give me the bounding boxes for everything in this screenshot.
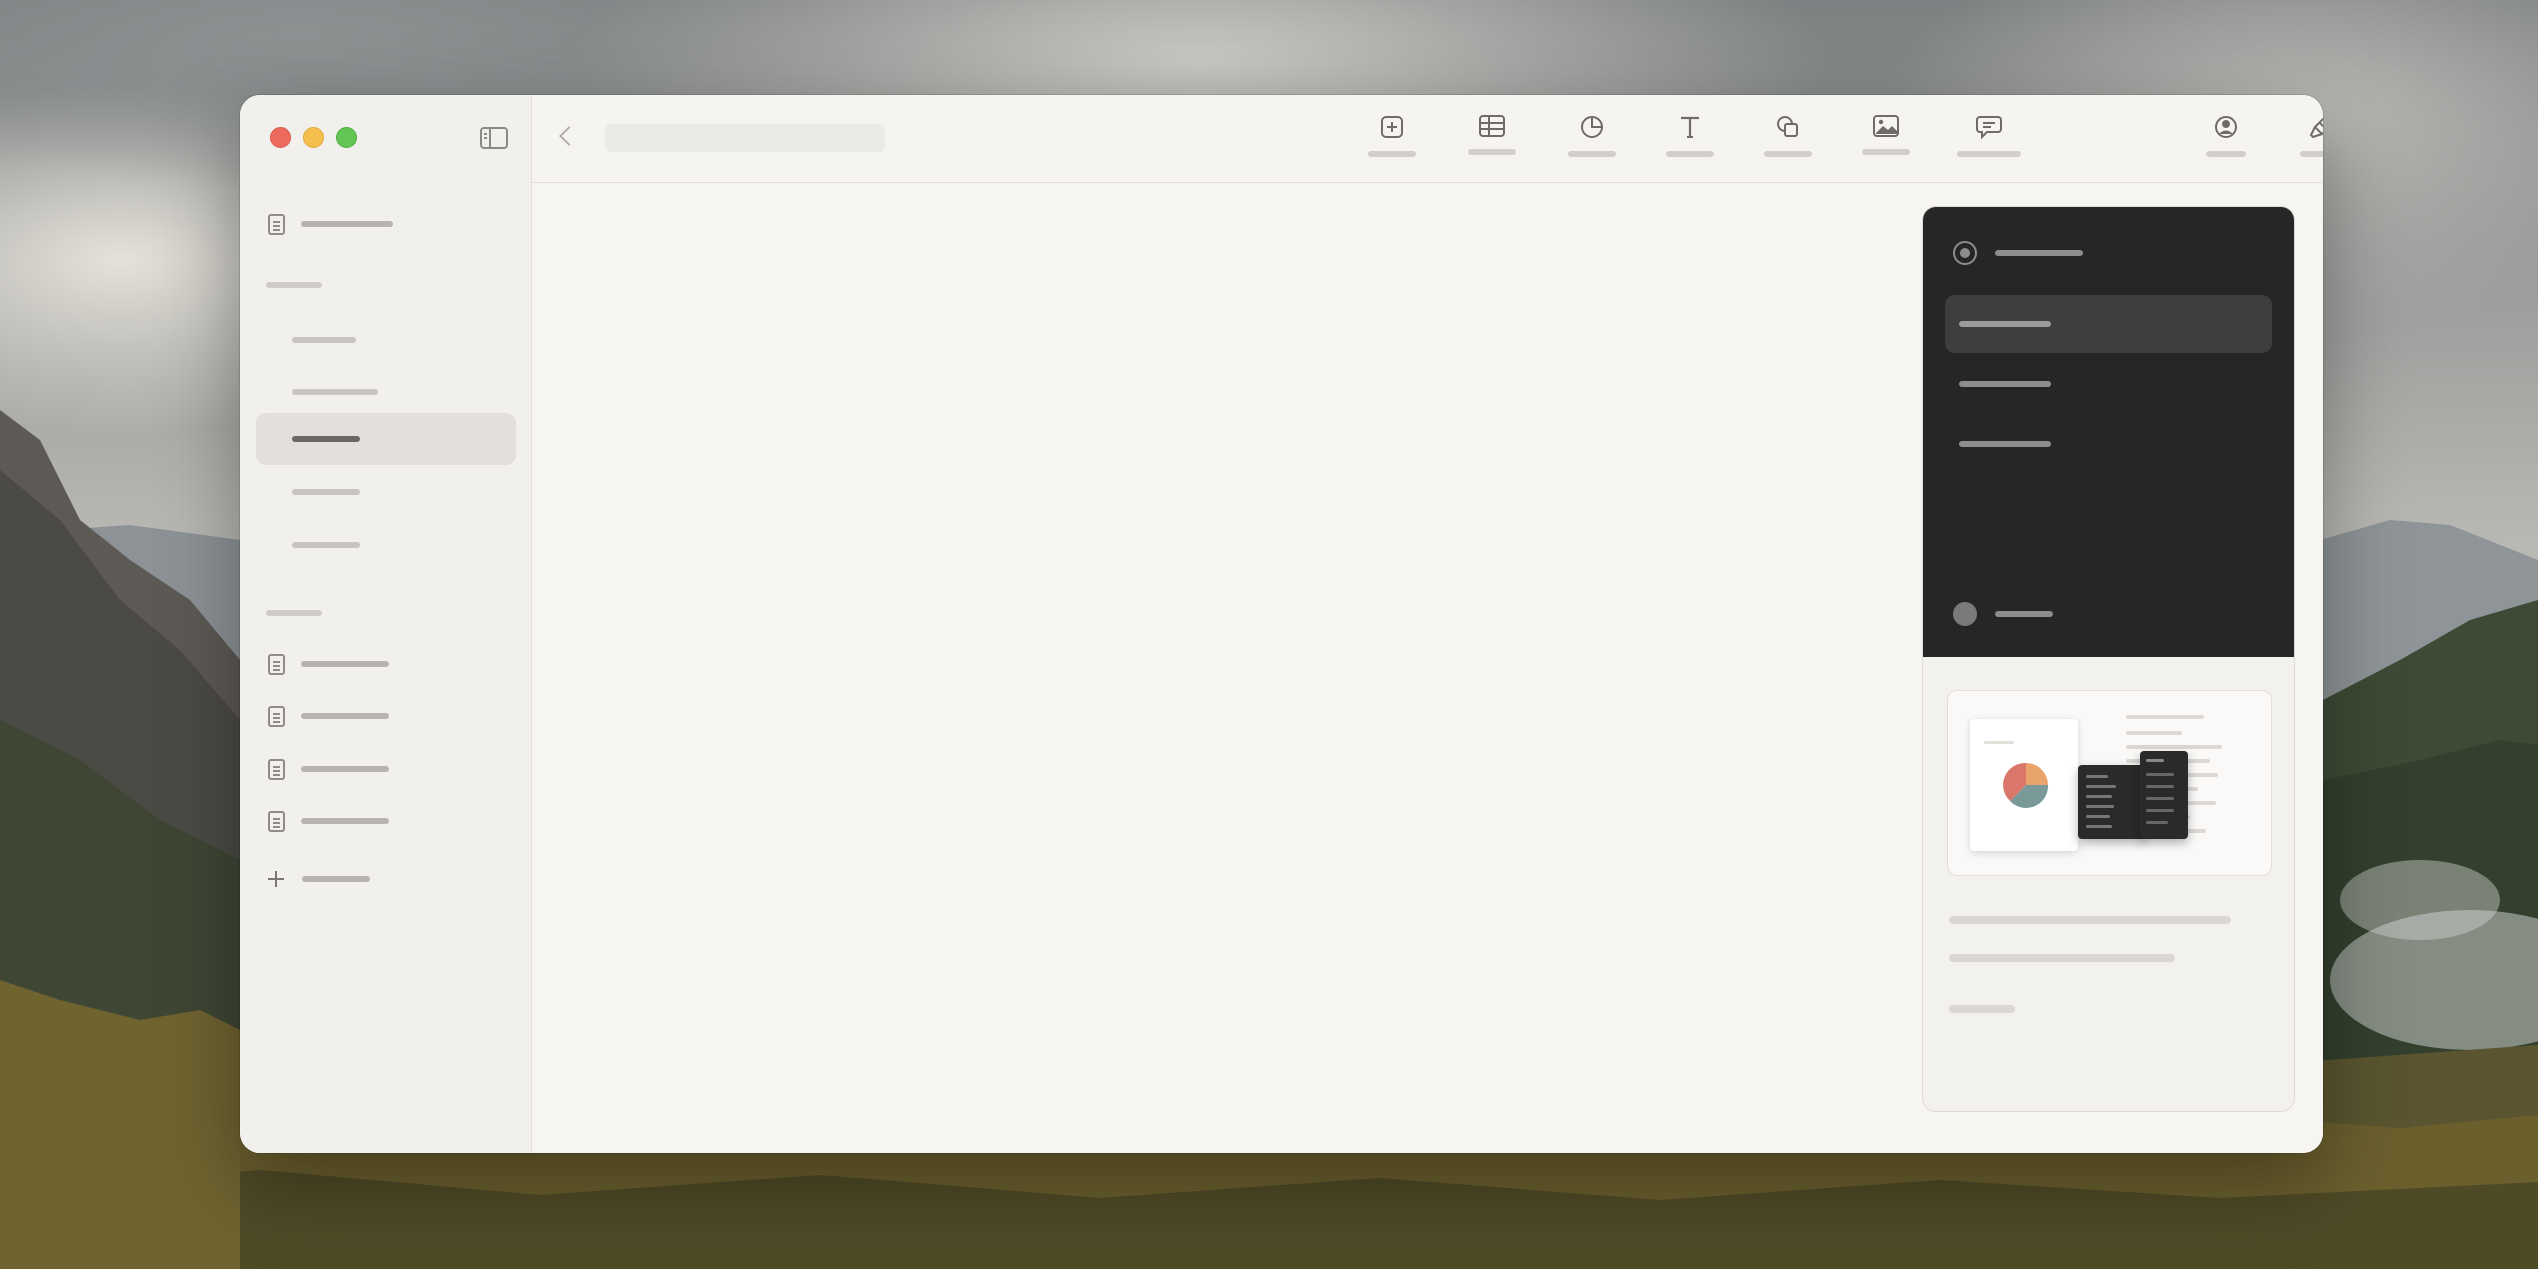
mini-submenu-popup — [2140, 751, 2188, 839]
panel-option[interactable] — [1945, 415, 2272, 473]
sidebar — [240, 95, 532, 1153]
collaborate-button[interactable] — [2206, 115, 2246, 157]
table-button[interactable] — [1468, 115, 1516, 155]
collaborate-icon — [2215, 116, 2237, 138]
shape-icon — [1777, 116, 1798, 137]
sidebar-section-header — [266, 610, 322, 616]
sidebar-document-item[interactable] — [268, 649, 389, 679]
panel-header-label — [1995, 250, 2083, 256]
window-controls — [270, 127, 357, 148]
page-label — [292, 542, 360, 548]
sidebar-page-item-selected[interactable] — [256, 413, 516, 465]
format-button[interactable] — [2300, 115, 2323, 157]
chevron-left-icon[interactable] — [559, 126, 579, 146]
panel-option-label — [1959, 441, 2051, 447]
sidebar-page-item[interactable] — [256, 466, 516, 518]
comment-icon — [1976, 116, 2002, 139]
sidebar-section-header — [266, 282, 322, 288]
inspector-panel — [1922, 206, 2295, 1112]
toolbar — [532, 95, 2323, 183]
tool-label — [1764, 151, 1812, 157]
panel-description-line — [1949, 916, 2231, 924]
zoom-button[interactable] — [336, 127, 357, 148]
minimize-button[interactable] — [303, 127, 324, 148]
panel-footer — [1953, 602, 2053, 626]
document-icon — [268, 213, 285, 235]
tool-label — [1666, 151, 1714, 157]
text-button[interactable] — [1666, 115, 1714, 157]
sidebar-document-item[interactable] — [268, 754, 389, 784]
media-button[interactable] — [1862, 115, 1910, 155]
document-icon — [268, 758, 285, 780]
tool-label — [2300, 151, 2323, 157]
mini-menu-popup — [2078, 765, 2146, 839]
sidebar-page-item[interactable] — [256, 314, 516, 366]
panel-footer-label — [1995, 611, 2053, 617]
app-window — [240, 95, 2323, 1153]
preview-thumbnail[interactable] — [1947, 690, 2272, 876]
sidebar-document-item[interactable] — [268, 701, 389, 731]
document-title-field[interactable] — [605, 124, 885, 152]
panel-option-active[interactable] — [1945, 295, 2272, 353]
page-label — [292, 389, 378, 395]
panel-menu — [1923, 207, 2294, 657]
mini-document — [1970, 719, 2078, 851]
page-label — [292, 436, 360, 442]
panel-header — [1953, 241, 2083, 265]
tool-label — [1568, 151, 1616, 157]
document-icon — [268, 653, 285, 675]
avatar — [1953, 602, 1977, 626]
table-icon — [1479, 115, 1505, 137]
add-item-button[interactable] — [268, 871, 370, 887]
paintbrush-icon — [2309, 117, 2323, 139]
panel-link[interactable] — [1949, 1005, 2015, 1013]
chart-button[interactable] — [1568, 115, 1616, 157]
tool-label — [1468, 149, 1516, 155]
chart-icon — [1581, 116, 1603, 138]
add-item-label — [302, 876, 370, 882]
page-label — [292, 489, 360, 495]
sidebar-item-document[interactable] — [268, 209, 393, 239]
document-label — [301, 661, 389, 667]
tool-label — [1368, 151, 1416, 157]
panel-option-label — [1959, 321, 2051, 327]
plus-icon — [268, 871, 284, 887]
document-icon — [268, 705, 285, 727]
text-icon — [1681, 116, 1699, 138]
tool-label — [1957, 151, 2021, 157]
page-label — [292, 337, 356, 343]
sidebar-toggle-icon[interactable] — [480, 127, 508, 149]
image-icon — [1873, 115, 1899, 137]
panel-option-label — [1959, 381, 2051, 387]
panel-description-line — [1949, 954, 2175, 962]
document-label — [301, 713, 389, 719]
mini-pie-chart — [2003, 762, 2049, 808]
sidebar-page-item[interactable] — [256, 519, 516, 571]
sidebar-item-label — [301, 221, 393, 227]
document-label — [301, 766, 389, 772]
tool-label — [1862, 149, 1910, 155]
target-icon — [1953, 241, 1977, 265]
document-label — [301, 818, 389, 824]
plus-square-icon — [1381, 116, 1403, 138]
add-page-button[interactable] — [1368, 115, 1416, 157]
panel-option[interactable] — [1945, 355, 2272, 413]
close-button[interactable] — [270, 127, 291, 148]
tool-label — [2206, 151, 2246, 157]
shape-button[interactable] — [1764, 115, 1812, 157]
sidebar-document-item[interactable] — [268, 806, 389, 836]
comment-button[interactable] — [1957, 115, 2021, 157]
document-icon — [268, 810, 285, 832]
sidebar-page-item[interactable] — [256, 366, 516, 418]
